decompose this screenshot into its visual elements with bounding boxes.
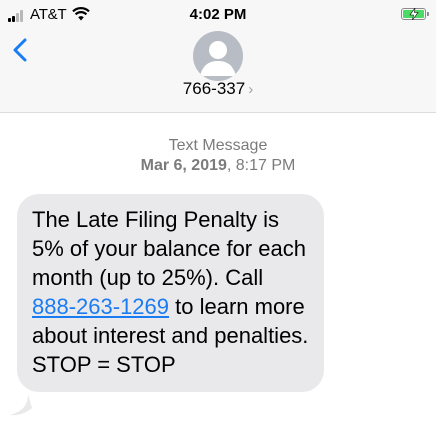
message-type-label: Text Message xyxy=(168,137,268,154)
message-timestamp: Mar 6, 2019, 8:17 PM xyxy=(0,157,436,175)
bubble-tail xyxy=(10,394,32,416)
contact-number: 766-337 xyxy=(182,79,246,98)
phone-number-link[interactable]: 888-263-1269 xyxy=(32,294,169,319)
date-separator: , xyxy=(226,157,236,174)
battery-tip xyxy=(427,12,429,16)
battery-icon xyxy=(401,8,426,20)
incoming-message-bubble: The Late Filing Penalty is 5% of your ba… xyxy=(17,194,324,392)
back-chevron-icon[interactable] xyxy=(10,36,32,64)
contact-avatar[interactable] xyxy=(193,31,243,81)
status-time: 4:02 PM xyxy=(189,6,247,23)
status-bar: AT&T 4:02 PM xyxy=(0,0,436,30)
person-icon xyxy=(200,41,236,76)
message-date: Mar 6, 2019 xyxy=(140,157,227,174)
contact-chevron-icon: › xyxy=(248,81,254,98)
conversation-header: AT&T 4:02 PM 766-337 › xyxy=(0,0,436,113)
message-time: 8:17 PM xyxy=(235,157,296,174)
charging-bolt-icon xyxy=(409,8,419,20)
message-text-start: The Late Filing Penalty is 5% of your ba… xyxy=(32,207,306,290)
contact-name-button[interactable]: 766-337 › xyxy=(0,79,436,99)
